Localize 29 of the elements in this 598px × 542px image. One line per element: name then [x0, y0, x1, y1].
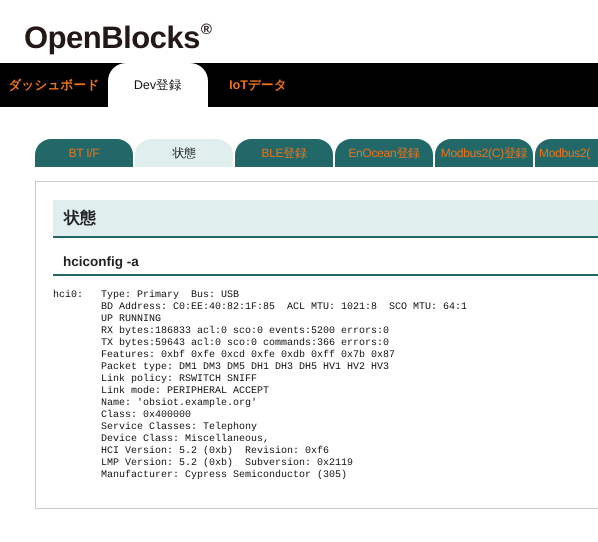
output-line: LMP Version: 5.2 (0xb) Subversion: 0x2119 [101, 458, 354, 470]
device-name: hci0: [53, 290, 84, 303]
output-line: Manufacturer: Cypress Semiconductor (305) [101, 470, 348, 482]
output-line: Class: 0x400000 [101, 410, 192, 422]
output-line: RX bytes:186833 acl:0 sco:0 events:5200 errors:0 [101, 326, 390, 338]
output-line: TX bytes:59643 acl:0 sco:0 commands:366 errors:0 [101, 338, 390, 350]
output-line: Service Classes: Telephony [101, 422, 258, 434]
output-line: Features: 0xbf 0xfe 0xcd 0xfe 0xdb 0xff 0x7b 0x87 [101, 350, 396, 362]
sub-tab[interactable]: BT I/F [35, 139, 133, 167]
command-heading: hciconfig -a [53, 254, 598, 276]
output-line: HCI Version: 5.2 (0xb) Revision: 0xf6 [101, 446, 330, 458]
output-line: Name: 'obsiot.example.org' [101, 398, 258, 410]
nav-tab[interactable]: IoTデータ [208, 63, 308, 107]
sub-tab[interactable]: BLE登録 [235, 139, 333, 167]
logo: OpenBlocks$^{®}$ [24, 20, 212, 56]
nav-tab[interactable]: Dev登録 [108, 63, 208, 107]
output-line: Device Class: Miscellaneous, [101, 434, 270, 446]
nav-tab[interactable]: ダッシュボード [0, 63, 108, 107]
sub-tab[interactable]: Modbus2(C)登録 [435, 139, 533, 167]
sub-tab[interactable]: EnOcean登録 [335, 139, 433, 167]
output-line: BD Address: C0:EE:40:82:1F:85 ACL MTU: 1021:8 SCO MTU: 64:1 [101, 302, 468, 314]
output-line: Type: Primary Bus: USB [101, 290, 240, 302]
output-line: Link mode: PERIPHERAL ACCEPT [101, 386, 270, 398]
sub-tab[interactable]: Modbus2( [535, 139, 598, 167]
output-line: Packet type: DM1 DM3 DM5 DH1 DH3 DH5 HV1 HV2 HV3 [101, 362, 390, 374]
output-line: Link policy: RSWITCH SNIFF [101, 374, 258, 386]
output-line: UP RUNNING [101, 314, 162, 326]
sub-tab[interactable]: 状態 [135, 139, 233, 167]
section-title: 状態 [53, 200, 598, 238]
